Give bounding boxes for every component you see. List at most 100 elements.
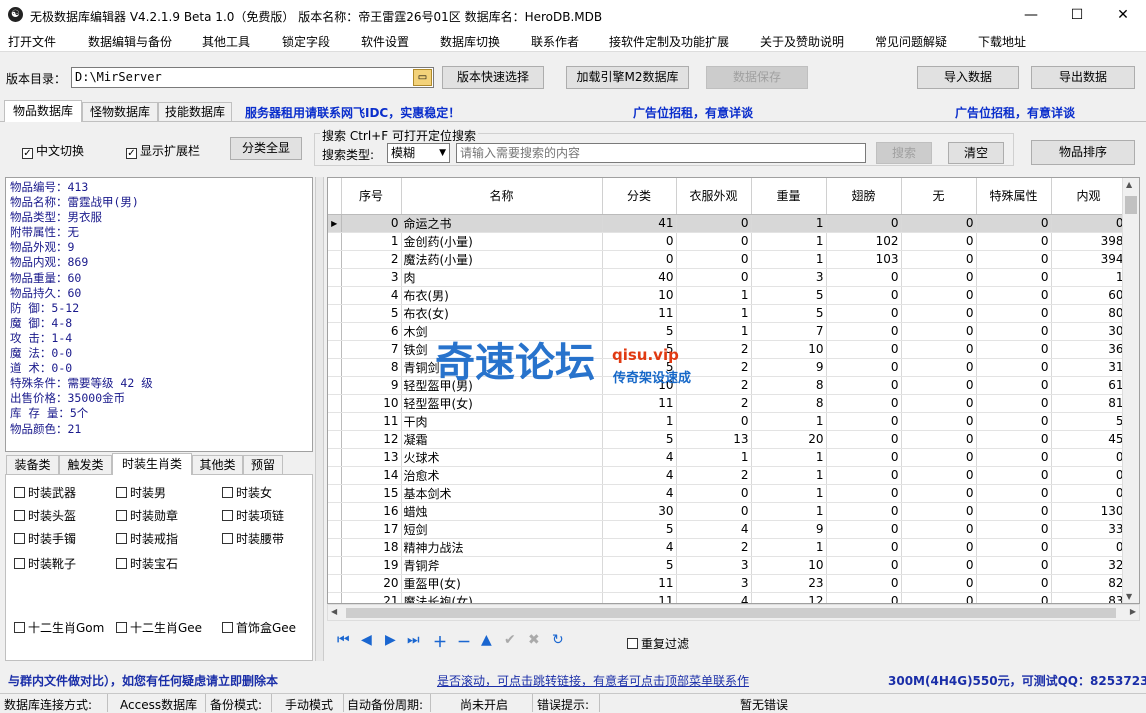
table-row[interactable]: 21 魔法长袍(女) 11 4 12 0 0 0 83 xyxy=(328,592,1127,603)
table-cell[interactable]: 394 xyxy=(1051,250,1127,269)
table-cell[interactable]: 0 xyxy=(826,376,902,395)
table-cell[interactable]: 5 xyxy=(602,322,677,341)
table-cell[interactable]: 0 xyxy=(826,214,902,233)
table-cell[interactable]: 布衣(女) xyxy=(401,304,603,323)
table-cell[interactable]: 0 xyxy=(1051,448,1127,467)
col-header-name[interactable]: 名称 xyxy=(401,178,603,215)
fashion-ring-checkbox[interactable]: 时装戒指 xyxy=(116,530,178,547)
table-cell[interactable]: 13 xyxy=(676,430,752,449)
fashion-belt-checkbox[interactable]: 时装腰带 xyxy=(222,530,284,547)
fashion-gem-checkbox[interactable]: 时装宝石 xyxy=(116,555,178,572)
table-cell[interactable]: 0 xyxy=(826,304,902,323)
table-cell[interactable]: 5 xyxy=(751,304,827,323)
table-row[interactable]: 14 治愈术 4 2 1 0 0 0 0 xyxy=(328,466,1127,485)
last-record-icon[interactable]: ⏭ xyxy=(407,632,420,648)
menu-customization[interactable]: 接软件定制及功能扩展 xyxy=(609,33,729,50)
minimize-button[interactable]: — xyxy=(1008,0,1054,30)
table-cell[interactable]: 11 xyxy=(602,574,677,593)
row-indicator[interactable] xyxy=(328,394,342,413)
item-data-grid[interactable]: 序号 名称 分类 衣服外观 重量 翅膀 无 特殊属性 内观 ▶ 0 命运之书 41 0 1… xyxy=(327,177,1140,604)
table-cell[interactable]: 0 xyxy=(826,574,902,593)
table-cell[interactable]: 0 xyxy=(976,520,1052,539)
table-cell[interactable]: 15 xyxy=(341,484,402,503)
table-cell[interactable]: 4 xyxy=(676,592,752,603)
table-cell[interactable]: 12 xyxy=(751,592,827,603)
row-indicator[interactable] xyxy=(328,268,342,287)
table-cell[interactable]: 金创药(小量) xyxy=(401,232,603,251)
table-cell[interactable]: 0 xyxy=(826,340,902,359)
clear-button[interactable]: 清空 xyxy=(948,142,1004,164)
menu-other-tools[interactable]: 其他工具 xyxy=(202,33,250,50)
table-cell[interactable]: 17 xyxy=(341,520,402,539)
quick-select-button[interactable]: 版本快速选择 xyxy=(442,66,544,89)
table-cell[interactable]: 11 xyxy=(602,592,677,603)
table-cell[interactable]: 魔法长袍(女) xyxy=(401,592,603,603)
table-cell[interactable]: 9 xyxy=(751,520,827,539)
table-row[interactable]: 3 肉 40 0 3 0 0 0 1 xyxy=(328,268,1127,287)
edit-record-icon[interactable]: ▲ xyxy=(481,632,492,648)
table-row[interactable]: 11 干肉 1 0 1 0 0 0 5 xyxy=(328,412,1127,431)
table-cell[interactable]: 13 xyxy=(341,448,402,467)
table-cell[interactable]: 8 xyxy=(751,376,827,395)
table-row[interactable]: 20 重盔甲(女) 11 3 23 0 0 0 82 xyxy=(328,574,1127,593)
table-cell[interactable]: 1 xyxy=(676,304,752,323)
row-indicator[interactable] xyxy=(328,304,342,323)
table-cell[interactable]: 1 xyxy=(751,448,827,467)
table-cell[interactable]: 3 xyxy=(751,268,827,287)
table-cell[interactable]: 11 xyxy=(602,304,677,323)
table-cell[interactable]: 5 xyxy=(602,520,677,539)
jewelry-box-gee-checkbox[interactable]: 首饰盒Gee xyxy=(222,619,296,636)
menu-contact-author[interactable]: 联系作者 xyxy=(531,33,579,50)
table-cell[interactable]: 0 xyxy=(976,250,1052,269)
table-cell[interactable]: 1 xyxy=(676,448,752,467)
table-cell[interactable]: 0 xyxy=(976,448,1052,467)
table-cell[interactable]: 11 xyxy=(341,412,402,431)
table-cell[interactable]: 7 xyxy=(751,322,827,341)
ad-banner-idc[interactable]: 服务器租用请联系网飞IDC，实惠稳定！ xyxy=(245,104,460,121)
tab-skill-db[interactable]: 技能数据库 xyxy=(158,102,232,122)
table-cell[interactable]: 0 xyxy=(826,538,902,557)
table-cell[interactable]: 0 xyxy=(976,502,1052,521)
cat-tab-reserved[interactable]: 预留 xyxy=(243,455,283,475)
table-cell[interactable]: 0 xyxy=(901,250,977,269)
row-indicator[interactable] xyxy=(328,556,342,575)
search-button[interactable]: 搜索 xyxy=(876,142,932,164)
row-indicator[interactable] xyxy=(328,448,342,467)
row-indicator[interactable] xyxy=(328,322,342,341)
row-indicator[interactable] xyxy=(328,430,342,449)
fashion-medal-checkbox[interactable]: 时装勋章 xyxy=(116,507,178,524)
table-cell[interactable]: 1 xyxy=(751,214,827,233)
menu-edit-backup[interactable]: 数据编辑与备份 xyxy=(88,33,172,50)
table-cell[interactable]: 1 xyxy=(751,466,827,485)
table-cell[interactable]: 0 xyxy=(976,430,1052,449)
table-cell[interactable]: 2 xyxy=(676,466,752,485)
table-cell[interactable]: 0 xyxy=(826,520,902,539)
grid-vertical-scrollbar[interactable]: ▲ ▼ xyxy=(1122,178,1139,603)
fashion-male-checkbox[interactable]: 时装男 xyxy=(116,484,166,501)
table-cell[interactable]: 0 xyxy=(602,250,677,269)
table-row[interactable]: 1 金创药(小量) 0 0 1 102 0 0 398 xyxy=(328,232,1127,251)
table-cell[interactable]: 3 xyxy=(676,556,752,575)
show-ext-checkbox[interactable]: ✓ 显示扩展栏 xyxy=(126,142,200,159)
table-cell[interactable]: 83 xyxy=(1051,592,1127,603)
table-cell[interactable]: 0 xyxy=(901,286,977,305)
table-row[interactable]: 17 短剑 5 4 9 0 0 0 33 xyxy=(328,520,1127,539)
table-cell[interactable]: 0 xyxy=(976,268,1052,287)
table-cell[interactable]: 0 xyxy=(1051,484,1127,503)
row-indicator[interactable] xyxy=(328,286,342,305)
table-cell[interactable]: 0 xyxy=(901,412,977,431)
table-cell[interactable]: 治愈术 xyxy=(401,466,603,485)
table-cell[interactable]: 103 xyxy=(826,250,902,269)
table-cell[interactable]: 0 xyxy=(1051,466,1127,485)
menu-settings[interactable]: 软件设置 xyxy=(361,33,409,50)
table-cell[interactable]: 41 xyxy=(602,214,677,233)
table-cell[interactable]: 18 xyxy=(341,538,402,557)
row-indicator[interactable] xyxy=(328,466,342,485)
load-engine-button[interactable]: 加载引擎M2数据库 xyxy=(566,66,689,89)
table-cell[interactable]: 重盔甲(女) xyxy=(401,574,603,593)
table-cell[interactable]: 2 xyxy=(676,538,752,557)
table-cell[interactable]: 0 xyxy=(1051,538,1127,557)
repeat-filter-checkbox[interactable]: 重复过滤 xyxy=(627,635,689,652)
table-cell[interactable]: 0 xyxy=(976,376,1052,395)
col-header-wings[interactable]: 翅膀 xyxy=(826,178,902,215)
